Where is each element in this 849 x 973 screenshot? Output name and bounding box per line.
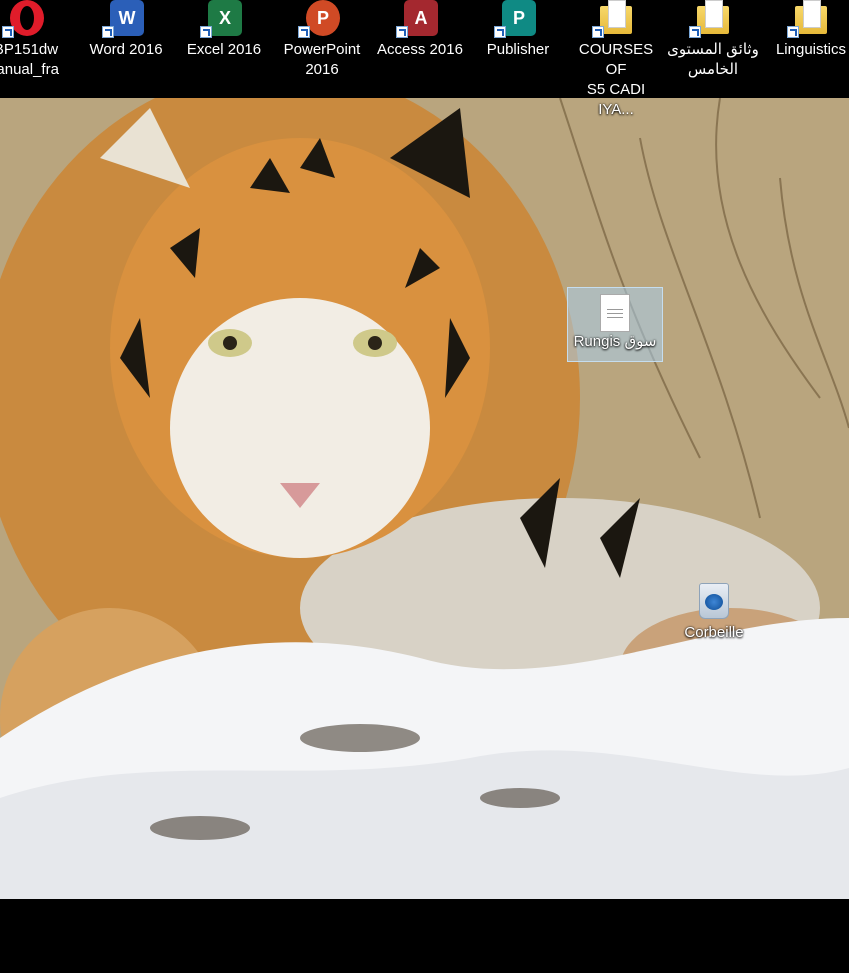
folder-icon: [689, 0, 737, 40]
shortcut-arrow-icon: [200, 26, 212, 38]
folder-icon: [592, 0, 640, 40]
access-icon: A: [396, 0, 444, 40]
text-document-icon: [600, 294, 630, 332]
powerpoint-icon: P: [298, 0, 346, 40]
shortcut-arrow-icon: [689, 26, 701, 38]
icon-label: Corbeille: [684, 624, 744, 641]
icon-label: Linguistics: [775, 41, 847, 58]
shortcut-arrow-icon: [2, 26, 14, 38]
folder-icon: [787, 0, 835, 40]
shortcut-arrow-icon: [298, 26, 310, 38]
icon-label: Publisher: [486, 41, 550, 58]
publisher-icon: P: [494, 0, 542, 40]
shortcut-arrow-icon: [494, 26, 506, 38]
desktop-icon-bp151dw-manual[interactable]: BP151dw lanual_fra: [0, 0, 74, 80]
desktop-icon-rungis-file[interactable]: Rungis سوق: [567, 287, 663, 362]
word-icon: W: [102, 0, 150, 40]
desktop-icon-access-2016[interactable]: A Access 2016: [372, 0, 468, 60]
bottom-black-strip: [0, 899, 849, 973]
icon-label: وثائق المستوى الخامس: [667, 41, 759, 78]
desktop-icon-publisher[interactable]: P Publisher: [470, 0, 566, 60]
desktop-icon-linguistics-folder[interactable]: Linguistics: [763, 0, 849, 60]
shortcut-arrow-icon: [102, 26, 114, 38]
icon-label: PowerPoint 2016: [283, 41, 361, 78]
tiger-wallpaper: [0, 98, 849, 899]
desktop-icon-courses-folder[interactable]: COURSES OF S5 CADI IYA...: [568, 0, 664, 120]
desktop-icon-excel-2016[interactable]: X Excel 2016: [176, 0, 272, 60]
icon-label: COURSES OF S5 CADI IYA...: [578, 41, 654, 118]
opera-icon: [2, 0, 50, 40]
shortcut-arrow-icon: [592, 26, 604, 38]
desktop-icon-word-2016[interactable]: W Word 2016: [78, 0, 174, 60]
icon-label: BP151dw lanual_fra: [0, 41, 59, 78]
desktop-icon-recycle-bin[interactable]: Corbeille: [666, 583, 762, 643]
icon-label: Word 2016: [89, 41, 163, 58]
icon-label: Rungis سوق: [573, 333, 657, 350]
desktop-icon-powerpoint-2016[interactable]: P PowerPoint 2016: [274, 0, 370, 80]
icon-label: Access 2016: [377, 41, 463, 58]
recycle-bin-icon: [699, 583, 729, 619]
shortcut-arrow-icon: [787, 26, 799, 38]
excel-icon: X: [200, 0, 248, 40]
desktop-icon-arabic-documents-folder[interactable]: وثائق المستوى الخامس: [665, 0, 761, 80]
icon-label: Excel 2016: [186, 41, 262, 58]
shortcut-arrow-icon: [396, 26, 408, 38]
